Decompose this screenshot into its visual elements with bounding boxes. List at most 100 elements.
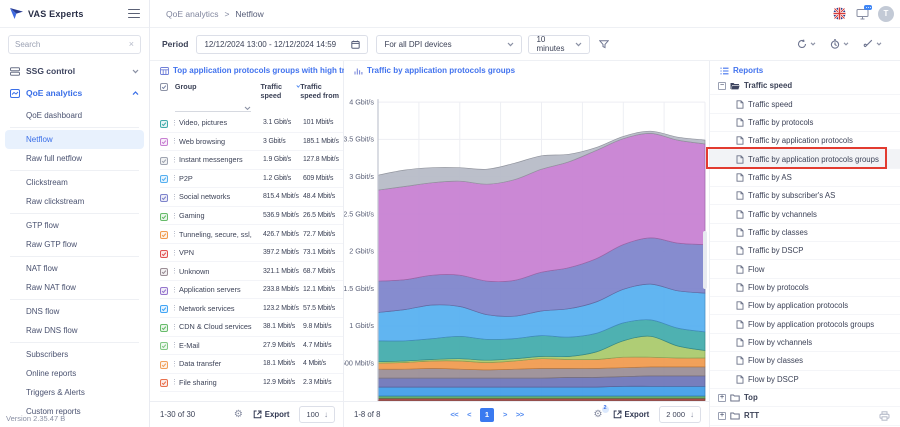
sidebar-item-raw-clickstream[interactable]: Raw clickstream [0,192,149,211]
row-checkbox[interactable] [160,305,168,313]
chart-settings-gear-icon[interactable]: ⚙2 [594,410,603,420]
select-all-checkbox[interactable] [160,83,168,91]
report-item-traffic-by-protocols[interactable]: Traffic by protocols [710,114,900,132]
calendar-icon[interactable] [351,40,360,49]
report-item-flow-by-classes[interactable]: Flow by classes [710,352,900,370]
table-row[interactable]: ⋮CDN & Cloud services38.1 Mbit/s9.8 Mbit… [160,318,343,337]
report-item-flow-by-protocols[interactable]: Flow by protocols [710,279,900,297]
chart-page-size-select[interactable]: 2 000 ↓ [659,406,701,423]
sidebar-item-dns-flow[interactable]: DNS flow [0,302,149,321]
report-item-flow-by-vchannels[interactable]: Flow by vchannels [710,334,900,352]
sidebar-item-raw-dns-flow[interactable]: Raw DNS flow [0,321,149,340]
row-checkbox[interactable] [160,157,168,165]
chart-export-button[interactable]: Export [613,410,650,419]
table-row[interactable]: ⋮Tunneling, secure, ssl,426.7 Mbit/s72.7… [160,225,343,244]
sidebar-item-subscribers[interactable]: Subscribers [0,345,149,364]
report-item-traffic-speed[interactable]: Traffic speed [710,95,900,113]
sidebar-item-clickstream[interactable]: Clickstream [0,173,149,192]
reports-folder-top[interactable]: +Top [710,389,900,407]
search-input[interactable] [15,40,125,49]
drag-handle-icon[interactable]: ⋮ [171,230,179,238]
row-checkbox[interactable] [160,268,168,276]
row-checkbox[interactable] [160,287,168,295]
expand-expander[interactable]: + [718,394,726,402]
sidebar-item-triggers-alerts[interactable]: Triggers & Alerts [0,383,149,402]
collapse-expander[interactable]: − [718,82,726,90]
report-item-flow-by-dscp[interactable]: Flow by DSCP [710,371,900,389]
drag-handle-icon[interactable]: ⋮ [171,119,179,127]
page-last-button[interactable]: >> [516,410,524,419]
report-item-flow[interactable]: Flow [710,260,900,278]
page-next-button[interactable]: > [503,410,507,419]
language-flag-icon[interactable] [833,7,846,20]
dpi-devices-select[interactable]: For all DPI devices [376,35,522,54]
drag-handle-icon[interactable]: ⋮ [171,193,179,201]
report-item-traffic-by-dscp[interactable]: Traffic by DSCP [710,242,900,260]
row-checkbox[interactable] [160,361,168,369]
row-checkbox[interactable] [160,342,168,350]
report-item-traffic-by-vchannels[interactable]: Traffic by vchannels [710,205,900,223]
sidebar-item-netflow[interactable]: Netflow [5,130,144,149]
reports-folder-rtt[interactable]: +RTT [710,407,900,425]
stacked-area-chart[interactable]: 4 Gbit/s3.5 Gbit/s3 Gbit/s2.5 Gbit/s2 Gb… [344,77,710,401]
drag-handle-icon[interactable]: ⋮ [171,341,179,349]
drag-handle-icon[interactable]: ⋮ [171,323,179,331]
drag-handle-icon[interactable]: ⋮ [171,267,179,275]
period-range-input[interactable]: 12/12/2024 13:00 - 12/12/2024 14:59 [196,35,368,54]
column-traffic-speed-from[interactable]: Traffic speed from [300,82,341,100]
interval-select[interactable]: 10 minutes [528,35,590,54]
style-brush-menu[interactable] [863,39,882,49]
drag-handle-icon[interactable]: ⋮ [171,286,179,294]
area-series-network-services[interactable] [378,386,705,396]
report-item-traffic-by-application-protocols-groups[interactable]: Traffic by application protocols groups [710,150,900,168]
drag-handle-icon[interactable]: ⋮ [171,212,179,220]
sidebar-item-nat-flow[interactable]: NAT flow [0,259,149,278]
row-checkbox[interactable] [160,324,168,332]
reports-folder-traffic-speed[interactable]: −Traffic speed [710,77,900,95]
table-row[interactable]: ⋮Video, pictures3.1 Gbit/s101 Mbit/s [160,114,343,133]
row-checkbox[interactable] [160,379,168,387]
table-export-button[interactable]: Export [253,410,290,419]
sidebar-item-ssg-control[interactable]: SSG control [0,60,149,82]
drag-handle-icon[interactable]: ⋮ [171,360,179,368]
report-item-flow-by-application-protocols[interactable]: Flow by application protocols [710,297,900,315]
table-row[interactable]: ⋮Unknown321.1 Mbit/s68.7 Mbit/s [160,262,343,281]
expand-expander[interactable]: + [718,412,726,420]
sidebar-item-raw-full-netflow[interactable]: Raw full netflow [0,149,149,168]
sidebar-item-qoe-analytics[interactable]: QoE analytics [0,82,149,104]
table-page-size-select[interactable]: 100 ↓ [299,406,335,423]
page-current-button[interactable]: 1 [480,408,494,422]
group-filter-input[interactable] [175,102,251,112]
display-sessions-icon[interactable] [855,7,869,21]
printer-icon[interactable] [879,411,890,421]
timer-menu[interactable] [830,39,849,49]
clear-search-icon[interactable]: × [129,40,134,49]
sidebar-item-gtp-flow[interactable]: GTP flow [0,216,149,235]
drag-handle-icon[interactable]: ⋮ [171,249,179,257]
table-row[interactable]: ⋮Gaming536.9 Mbit/s26.5 Mbit/s [160,207,343,226]
row-checkbox[interactable] [160,120,168,128]
table-row[interactable]: ⋮File sharing12.9 Mbit/s2.3 Mbit/s [160,374,343,393]
row-checkbox[interactable] [160,175,168,183]
table-row[interactable]: ⋮Data transfer18.1 Mbit/s4 Mbit/s [160,355,343,374]
table-settings-gear-icon[interactable]: ⚙ [234,410,243,420]
row-checkbox[interactable] [160,250,168,258]
table-row[interactable]: ⋮VPN397.2 Mbit/s73.1 Mbit/s [160,244,343,263]
sidebar-item-qoe-dashboard[interactable]: QoE dashboard [0,106,149,125]
column-traffic-speed[interactable]: Traffic speed [260,82,300,100]
user-avatar[interactable]: T [878,6,894,22]
row-checkbox[interactable] [160,231,168,239]
report-item-traffic-by-as[interactable]: Traffic by AS [710,169,900,187]
column-group[interactable]: Group [175,82,261,91]
table-row[interactable]: ⋮P2P1.2 Gbit/s609 Mbit/s [160,170,343,189]
report-item-traffic-by-classes[interactable]: Traffic by classes [710,224,900,242]
scrollbar-thumb[interactable] [703,231,707,289]
filter-funnel-icon[interactable] [599,40,609,49]
sidebar-item-raw-nat-flow[interactable]: Raw NAT flow [0,278,149,297]
report-item-traffic-by-subscriber-s-as[interactable]: Traffic by subscriber's AS [710,187,900,205]
table-row[interactable]: ⋮E-Mail27.9 Mbit/s4.7 Mbit/s [160,337,343,356]
page-first-button[interactable]: << [450,410,458,419]
drag-handle-icon[interactable]: ⋮ [171,156,179,164]
drag-handle-icon[interactable]: ⋮ [171,174,179,182]
row-checkbox[interactable] [160,138,168,146]
